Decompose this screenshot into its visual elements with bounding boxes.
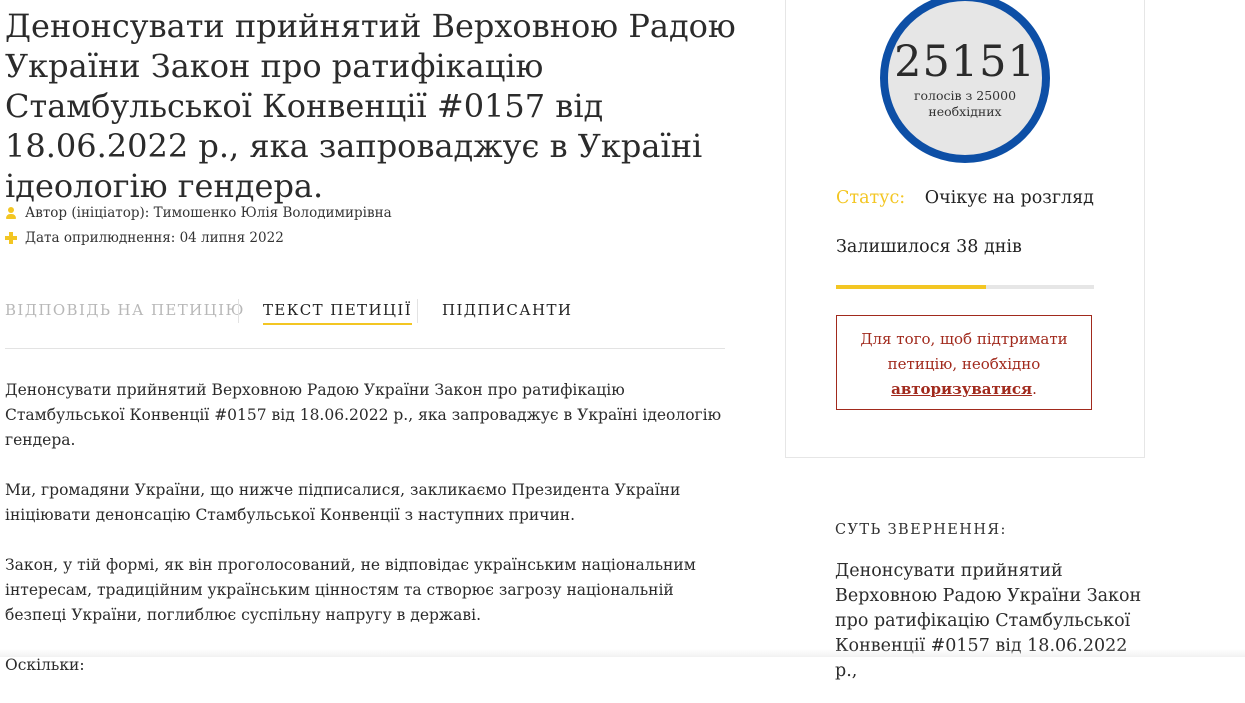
petition-tabs: ВІДПОВІДЬ НА ПЕТИЦІЮ ТЕКСТ ПЕТИЦІЇ ПІДПИ… [5,297,725,349]
summary-heading: СУТЬ ЗВЕРНЕННЯ: [835,522,1007,538]
petition-title: Денонсувати прийнятий Верховною Радою Ук… [5,7,736,205]
auth-text-end: . [1032,380,1037,398]
person-icon [5,207,17,219]
tab-divider [238,299,239,323]
vote-counter: 25151 голосів з 25000 необхідних [880,0,1050,163]
days-remaining: Залишилося 38 днів [836,237,1022,257]
vote-caption: голосів з 25000 необхідних [913,88,1017,119]
body-paragraph: Денонсувати прийнятий Верховною Радою Ук… [5,381,722,449]
plus-icon [5,232,17,244]
status-label: Статус: [836,188,906,208]
progress-bar [836,285,1094,289]
tab-answer[interactable]: ВІДПОВІДЬ НА ПЕТИЦІЮ [5,301,245,319]
body-paragraph: Закон, у тій формі, як він проголосовани… [5,556,696,624]
status-line: Статус: Очікує на розгляд [836,188,1094,208]
vote-count: 25151 [894,37,1036,87]
tab-divider [417,299,418,323]
date-text: Дата оприлюднення: 04 липня 2022 [25,230,284,246]
progress-fill [836,285,986,289]
author-line: Автор (ініціатор): Тимошенко Юлія Володи… [5,205,392,221]
status-value: Очікує на розгляд [924,188,1094,208]
body-paragraph: Ми, громадяни України, що нижче підписал… [5,481,681,524]
tab-petition-text[interactable]: ТЕКСТ ПЕТИЦІЇ [263,301,413,325]
tab-signers[interactable]: ПІДПИСАНТИ [442,301,572,319]
auth-text: Для того, щоб підтримати петицію, необхі… [860,330,1068,373]
date-line: Дата оприлюднення: 04 липня 2022 [5,230,284,246]
author-text: Автор (ініціатор): Тимошенко Юлія Володи… [25,205,392,221]
login-link[interactable]: авторизуватися [891,380,1032,398]
bottom-fade [0,649,1245,657]
summary-text: Денонсувати прийнятий Верховною Радою Ук… [835,561,1142,681]
auth-notice: Для того, щоб підтримати петицію, необхі… [836,315,1092,410]
